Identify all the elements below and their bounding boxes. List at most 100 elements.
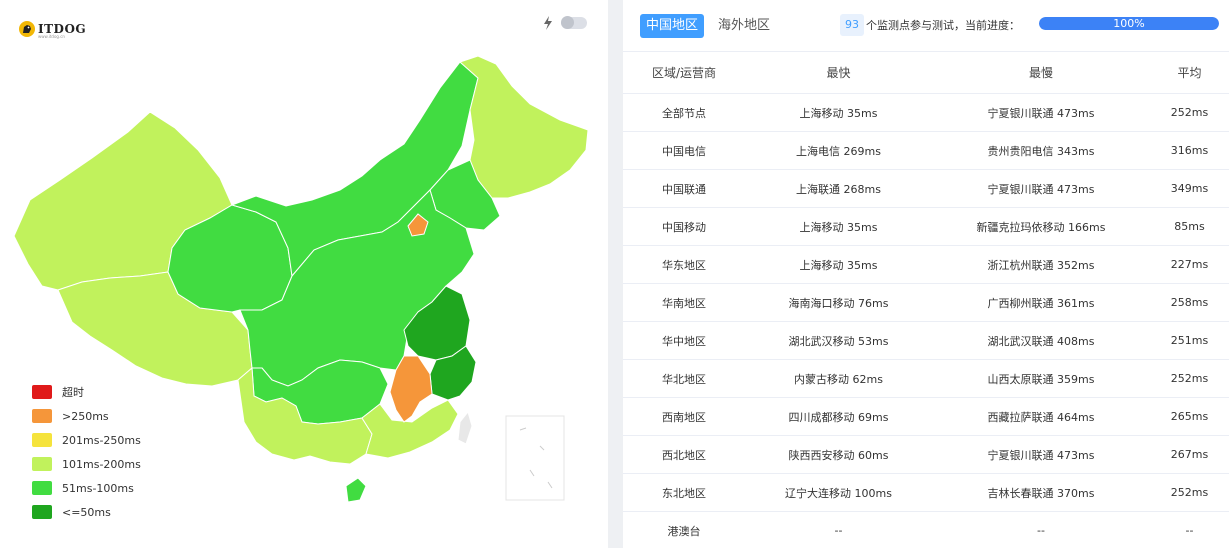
legend-swatch-over250 (32, 409, 52, 423)
table-row[interactable]: 东北地区 辽宁大连移动 100ms 吉林长春联通 370ms 252ms (623, 474, 1229, 512)
map-region-hainan[interactable] (345, 477, 367, 503)
latency-legend: 超时 >250ms 201ms-250ms 101ms-200ms 51ms-1… (32, 380, 141, 524)
legend-swatch-le50 (32, 505, 52, 519)
cell-region: 华中地区 (662, 334, 706, 348)
cell-region: 中国电信 (662, 144, 706, 158)
cell-fastest: 四川成都移动 69ms (788, 410, 889, 424)
legend-label: 51ms-100ms (62, 481, 134, 495)
cell-slowest: 浙江杭州联通 352ms (987, 258, 1095, 272)
cell-average: 252ms (1170, 372, 1209, 385)
legend-swatch-101-200 (32, 457, 52, 471)
map-region-taiwan[interactable] (457, 410, 473, 445)
table-row[interactable]: 港澳台 -- -- -- (623, 512, 1229, 548)
legend-item[interactable]: 51ms-100ms (32, 476, 141, 500)
legend-swatch-timeout (32, 385, 52, 399)
legend-label: <=50ms (62, 505, 111, 519)
cell-average: 265ms (1170, 410, 1209, 423)
cell-region: 华北地区 (662, 372, 706, 386)
cell-fastest: -- (834, 524, 843, 537)
cell-fastest: 上海联通 268ms (796, 182, 881, 196)
cell-average: 349ms (1170, 182, 1209, 195)
cell-fastest: 海南海口移动 76ms (788, 296, 889, 310)
tab-overseas[interactable]: 海外地区 (712, 14, 776, 38)
legend-item[interactable]: 101ms-200ms (32, 452, 141, 476)
cell-slowest: 宁夏银川联通 473ms (987, 448, 1095, 462)
cell-slowest: 湖北武汉联通 408ms (987, 334, 1095, 348)
cell-region: 中国移动 (662, 220, 706, 234)
cell-slowest: 宁夏银川联通 473ms (987, 182, 1095, 196)
cell-fastest: 陕西西安移动 60ms (788, 448, 889, 462)
legend-label: 超时 (62, 386, 84, 399)
legend-item[interactable]: 超时 (32, 380, 141, 404)
results-toolbar: 中国地区 海外地区 93 个监测点参与测试，当前进度： 100% (623, 0, 1229, 52)
cell-fastest: 上海电信 269ms (796, 144, 881, 158)
map-region-northeast[interactable] (459, 55, 589, 199)
cell-fastest: 上海移动 35ms (799, 106, 878, 120)
cell-average: 252ms (1170, 106, 1209, 119)
cell-average: -- (1185, 524, 1194, 537)
results-panel: 中国地区 海外地区 93 个监测点参与测试，当前进度： 100% 区域/运营商 … (623, 0, 1229, 548)
south-china-sea-inset (505, 415, 565, 501)
cell-region: 全部节点 (662, 106, 706, 120)
header-average[interactable]: 平均 (1150, 64, 1229, 81)
table-header: 区域/运营商 最快 最慢 平均 (623, 52, 1229, 94)
map-panel: ITDOG www.itdog.cn 超时 >250ms 201ms-250ms… (0, 0, 608, 548)
legend-swatch-201-250 (32, 433, 52, 447)
table-row[interactable]: 西南地区 四川成都移动 69ms 西藏拉萨联通 464ms 265ms (623, 398, 1229, 436)
legend-item[interactable]: >250ms (32, 404, 141, 428)
header-region[interactable]: 区域/运营商 (623, 64, 745, 81)
table-row[interactable]: 华北地区 内蒙古移动 62ms 山西太原联通 359ms 252ms (623, 360, 1229, 398)
south-china-sea-islands (519, 427, 553, 489)
progress-percent: 100% (1113, 17, 1145, 30)
table-row[interactable]: 西北地区 陕西西安移动 60ms 宁夏银川联通 473ms 267ms (623, 436, 1229, 474)
cell-slowest: 吉林长春联通 370ms (987, 486, 1095, 500)
cell-slowest: 贵州贵阳电信 343ms (987, 144, 1095, 158)
cell-slowest: -- (1037, 524, 1045, 537)
legend-label: 201ms-250ms (62, 433, 141, 447)
fast-mode-control (543, 16, 587, 30)
legend-item[interactable]: 201ms-250ms (32, 428, 141, 452)
header-slowest[interactable]: 最慢 (932, 64, 1150, 81)
cell-average: 316ms (1170, 144, 1209, 157)
legend-label: >250ms (62, 409, 109, 423)
table-row[interactable]: 华南地区 海南海口移动 76ms 广西柳州联通 361ms 258ms (623, 284, 1229, 322)
cell-slowest: 西藏拉萨联通 464ms (987, 410, 1095, 424)
cell-slowest: 广西柳州联通 361ms (987, 296, 1095, 310)
cell-region: 华东地区 (662, 258, 706, 272)
itdog-logo: ITDOG www.itdog.cn (18, 18, 86, 40)
table-row[interactable]: 华中地区 湖北武汉移动 53ms 湖北武汉联通 408ms 251ms (623, 322, 1229, 360)
lightning-bolt-icon (544, 16, 552, 30)
cell-fastest: 辽宁大连移动 100ms (785, 486, 892, 500)
dog-icon (19, 21, 35, 37)
tab-china[interactable]: 中国地区 (640, 14, 705, 38)
cell-average: 252ms (1170, 486, 1209, 499)
table-row[interactable]: 中国移动 上海移动 35ms 新疆克拉玛依移动 166ms 85ms (623, 208, 1229, 246)
progress-label: 个监测点参与测试，当前进度： (866, 19, 1020, 32)
cell-fastest: 内蒙古移动 62ms (794, 372, 883, 386)
legend-item[interactable]: <=50ms (32, 500, 141, 524)
cell-region: 西北地区 (662, 448, 706, 462)
table-row[interactable]: 中国联通 上海联通 268ms 宁夏银川联通 473ms 349ms (623, 170, 1229, 208)
progress-bar: 100% (1039, 17, 1219, 30)
table-row[interactable]: 华东地区 上海移动 35ms 浙江杭州联通 352ms 227ms (623, 246, 1229, 284)
cell-region: 港澳台 (667, 524, 701, 538)
cell-average: 267ms (1170, 448, 1209, 461)
cell-region: 中国联通 (662, 182, 706, 196)
node-count-badge: 93 (840, 14, 864, 36)
fast-mode-toggle[interactable] (561, 16, 587, 29)
cell-slowest: 宁夏银川联通 473ms (987, 106, 1095, 120)
cell-fastest: 湖北武汉移动 53ms (788, 334, 889, 348)
table-row[interactable]: 全部节点 上海移动 35ms 宁夏银川联通 473ms 252ms (623, 94, 1229, 132)
cell-region: 华南地区 (662, 296, 706, 310)
cell-slowest: 山西太原联通 359ms (987, 372, 1095, 386)
table-row[interactable]: 中国电信 上海电信 269ms 贵州贵阳电信 343ms 316ms (623, 132, 1229, 170)
cell-average: 85ms (1174, 220, 1205, 233)
cell-region: 西南地区 (662, 410, 706, 424)
toggle-knob (561, 16, 574, 29)
brand-tagline: www.itdog.cn (38, 34, 65, 39)
cell-fastest: 上海移动 35ms (799, 258, 878, 272)
header-fastest[interactable]: 最快 (745, 64, 932, 81)
legend-label: 101ms-200ms (62, 457, 141, 471)
cell-fastest: 上海移动 35ms (799, 220, 878, 234)
cell-slowest: 新疆克拉玛依移动 166ms (976, 220, 1106, 234)
